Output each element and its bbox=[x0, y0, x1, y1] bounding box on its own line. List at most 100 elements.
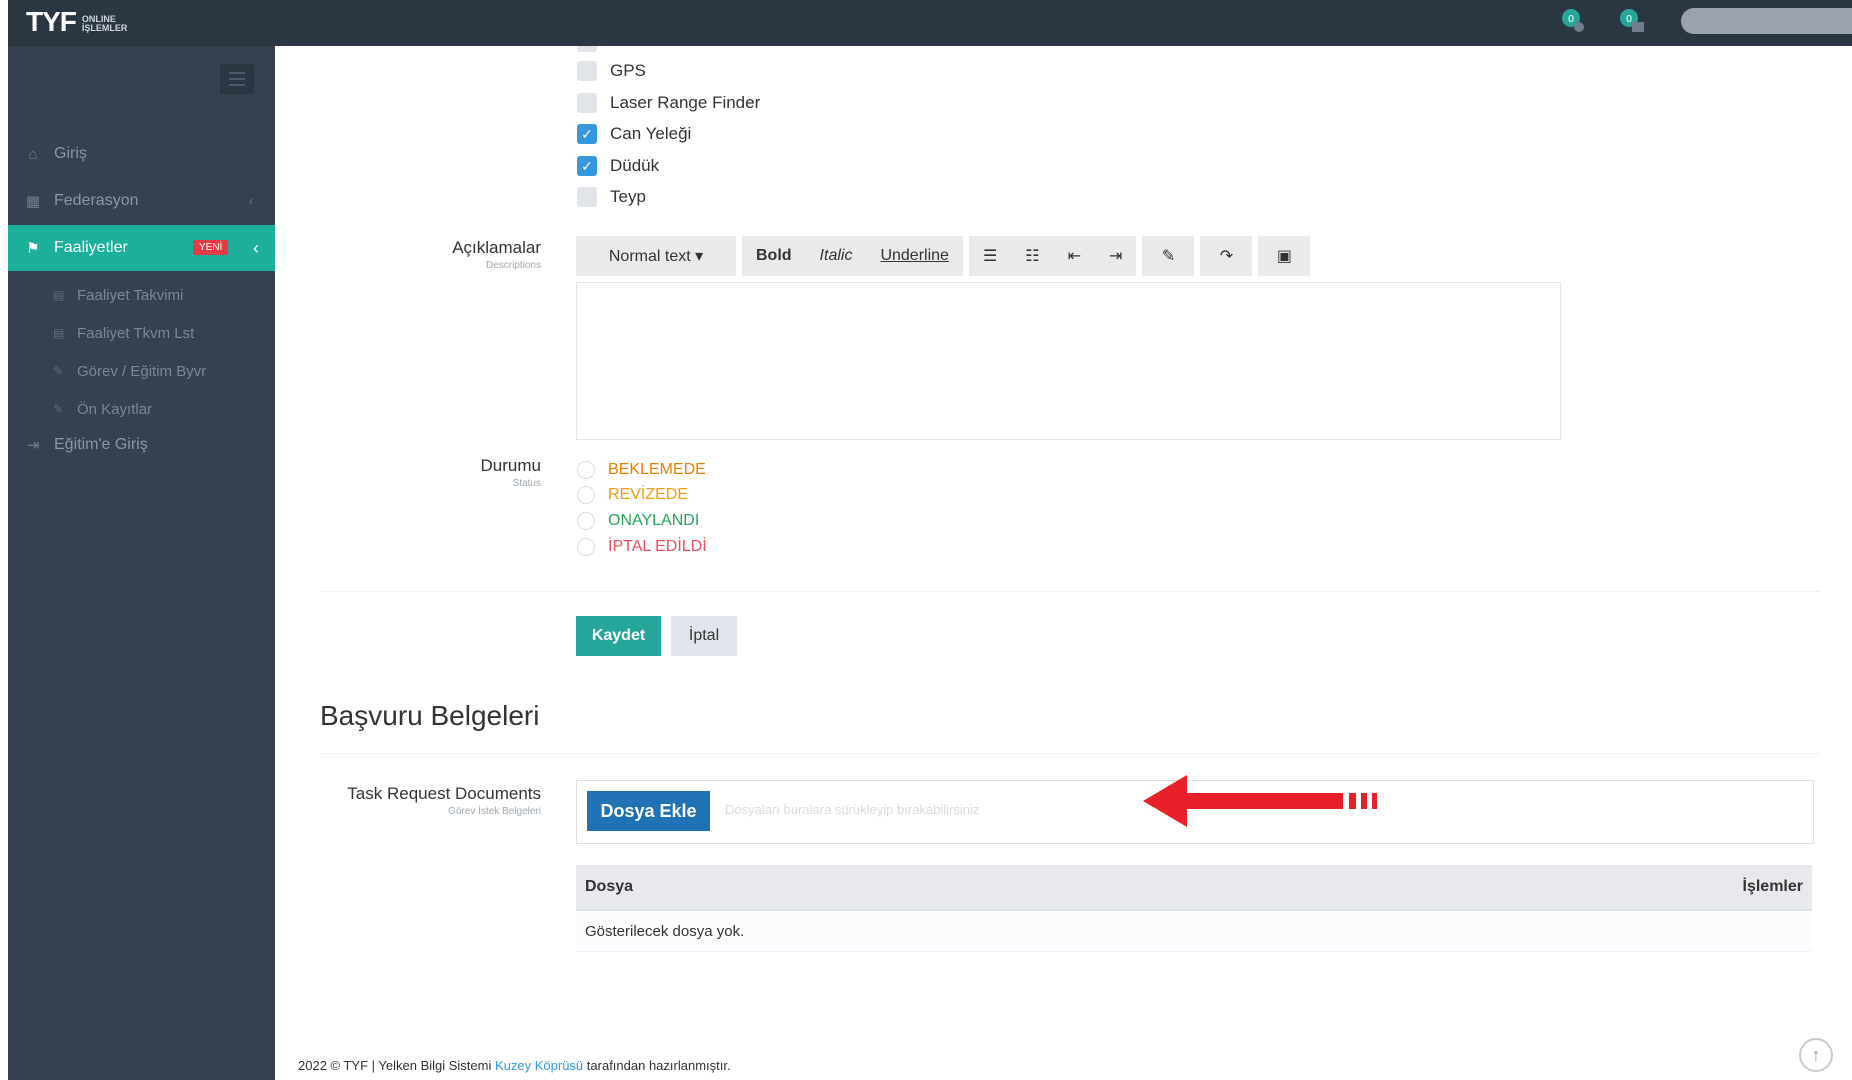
radio-button[interactable] bbox=[577, 486, 595, 504]
underline-button[interactable]: Underline bbox=[866, 236, 962, 276]
sidebar-item-label: Federasyon bbox=[54, 192, 139, 209]
sidebar-item-giris[interactable]: ⌂ Giriş bbox=[8, 131, 275, 177]
field-sublabel: Status bbox=[512, 478, 541, 489]
checkbox-checked[interactable]: ✓ bbox=[577, 124, 597, 144]
sidebar-subitem-faaliyet-takvimi[interactable]: ▤ Faaliyet Takvimi bbox=[8, 276, 275, 314]
bold-button[interactable]: Bold bbox=[742, 236, 806, 276]
checkbox[interactable] bbox=[577, 187, 597, 207]
cancel-button[interactable]: İptal bbox=[671, 616, 737, 656]
form-divider bbox=[320, 591, 1820, 592]
field-label: Task Request Documents bbox=[347, 784, 541, 803]
field-label: Açıklamalar bbox=[452, 238, 541, 257]
sidebar-item-faaliyetler[interactable]: ⚑ Faaliyetler YENİ ‹ bbox=[8, 225, 275, 271]
list-group: ☰ ☷ ⇤ ⇥ bbox=[968, 236, 1137, 276]
sidebar: ⌂ Giriş ▦ Federasyon ‹ ⚑ Faaliyetler YEN… bbox=[8, 46, 275, 1080]
dropzone-hint: Dosyaları buralara sürükleyip bırakabili… bbox=[725, 802, 980, 817]
redo-button[interactable]: ↷ bbox=[1200, 236, 1253, 276]
checkbox[interactable] bbox=[577, 93, 597, 113]
text-style-value: Normal text ▾ bbox=[608, 248, 704, 265]
italic-button[interactable]: Italic bbox=[806, 236, 867, 276]
building-icon: ▦ bbox=[25, 193, 41, 210]
sidebar-item-federasyon[interactable]: ▦ Federasyon ‹ bbox=[8, 178, 275, 224]
status-label: Durumu Status bbox=[375, 456, 541, 489]
equipment-option-gps[interactable]: GPS bbox=[577, 58, 646, 84]
sidebar-subitem-label: Ön Kayıtlar bbox=[77, 400, 153, 418]
page-footer: 2022 © TYF | Yelken Bilgi Sistemi Kuzey … bbox=[298, 1058, 731, 1073]
window-edge bbox=[0, 0, 8, 1080]
user-menu[interactable] bbox=[1681, 8, 1852, 34]
sidebar-subitem-faaliyet-list[interactable]: ▤ Faaliyet Tkvm Lst bbox=[8, 314, 275, 352]
equipment-option-can-yelegi[interactable]: ✓ Can Yeleği bbox=[577, 121, 691, 147]
chevron-left-icon: ‹ bbox=[253, 237, 259, 258]
sidebar-item-label: Faaliyetler bbox=[54, 239, 128, 256]
tasks-icon[interactable]: 0 bbox=[1618, 6, 1646, 34]
red-arrow-annotation bbox=[1143, 775, 1377, 827]
equipment-option-teyp[interactable]: Teyp bbox=[577, 184, 646, 210]
equipment-option-laser[interactable]: Laser Range Finder bbox=[577, 90, 760, 116]
calendar-icon: ▤ bbox=[53, 326, 65, 340]
status-option-iptal-edildi[interactable]: İPTAL EDİLDİ bbox=[577, 535, 707, 559]
home-icon: ⌂ bbox=[28, 145, 38, 163]
checkbox-label: GPS bbox=[610, 61, 646, 80]
editor-toolbar: Normal text ▾ Bold Italic Underline ☰ ☷ … bbox=[576, 236, 1316, 276]
logo-subtext: ONLINE İŞLEMLER bbox=[81, 14, 128, 33]
sidebar-toggle-button[interactable] bbox=[220, 64, 254, 94]
status-option-beklemede[interactable]: BEKLEMEDE bbox=[577, 458, 706, 482]
checkbox[interactable] bbox=[577, 61, 597, 81]
link-button[interactable]: ✎ bbox=[1142, 236, 1195, 276]
checkbox-label: Teyp bbox=[610, 187, 646, 206]
checkbox-label: Can Yeleği bbox=[610, 124, 692, 143]
checkbox-label: Laser Range Finder bbox=[610, 93, 761, 112]
edit-icon: ✎ bbox=[53, 364, 64, 378]
flag-icon: ⚑ bbox=[26, 240, 40, 257]
table-row: Gösterilecek dosya yok. bbox=[576, 911, 1812, 952]
unordered-list-icon[interactable]: ☰ bbox=[969, 236, 1011, 276]
checkbox-partial[interactable] bbox=[577, 46, 597, 52]
status-option-revizede[interactable]: REVİZEDE bbox=[577, 483, 688, 507]
image-icon: ▣ bbox=[1276, 248, 1292, 265]
footer-link[interactable]: Kuzey Köprüsü bbox=[495, 1058, 583, 1073]
field-label: Durumu bbox=[480, 456, 541, 475]
calendar-icon: ▤ bbox=[53, 288, 65, 302]
radio-label: REVİZEDE bbox=[608, 486, 689, 503]
radio-label: İPTAL EDİLDİ bbox=[608, 538, 707, 555]
notification-icon[interactable]: 0 bbox=[1558, 6, 1586, 34]
chevron-left-icon: ‹ bbox=[249, 194, 253, 208]
notif-count: 0 bbox=[1568, 14, 1574, 25]
sidebar-subitem-label: Görev / Eğitim Byvr bbox=[77, 362, 207, 380]
scroll-to-top-icon[interactable]: ↑ bbox=[1799, 1038, 1833, 1072]
pencil-icon: ✎ bbox=[1161, 248, 1176, 265]
column-header-actions: İşlemler bbox=[1742, 878, 1803, 895]
save-button[interactable]: Kaydet bbox=[576, 616, 661, 656]
outdent-icon[interactable]: ⇤ bbox=[1054, 236, 1095, 276]
add-file-button[interactable]: Dosya Ekle bbox=[587, 791, 710, 831]
radio-label: ONAYLANDI bbox=[608, 512, 700, 529]
status-option-onaylandi[interactable]: ONAYLANDI bbox=[577, 509, 699, 533]
sign-in-icon: ⇥ bbox=[26, 437, 40, 454]
format-group: Bold Italic Underline bbox=[742, 236, 963, 276]
top-header: TYF ONLINE İŞLEMLER 0 0 bbox=[8, 0, 1852, 47]
section-title: Başvuru Belgeleri bbox=[320, 700, 540, 731]
column-header-file: Dosya bbox=[585, 878, 634, 895]
share-icon: ↷ bbox=[1219, 248, 1234, 265]
documents-table: Dosya İşlemler Gösterilecek dosya yok. bbox=[576, 865, 1812, 952]
footer-suffix: tarafından hazırlanmıştır. bbox=[586, 1058, 731, 1073]
ordered-list-icon[interactable]: ☷ bbox=[1011, 236, 1053, 276]
checkbox-label: Düdük bbox=[610, 156, 660, 175]
text-style-dropdown[interactable]: Normal text ▾ bbox=[576, 236, 736, 276]
indent-icon[interactable]: ⇥ bbox=[1095, 236, 1136, 276]
section-divider bbox=[320, 753, 1820, 754]
checkbox-checked[interactable]: ✓ bbox=[577, 156, 597, 176]
radio-button[interactable] bbox=[577, 512, 595, 530]
radio-button[interactable] bbox=[577, 461, 595, 479]
sidebar-subitem-gorev-egitim[interactable]: ✎ Görev / Eğitim Byvr bbox=[8, 352, 275, 390]
insert-image-button[interactable]: ▣ bbox=[1258, 236, 1311, 276]
description-editor[interactable] bbox=[576, 282, 1561, 440]
sidebar-item-egitime-giris[interactable]: ⇥ Eğitim'e Giriş bbox=[8, 422, 275, 468]
radio-button[interactable] bbox=[577, 538, 595, 556]
sidebar-subitem-label: Faaliyet Tkvm Lst bbox=[77, 324, 195, 342]
equipment-option-duduk[interactable]: ✓ Düdük bbox=[577, 153, 659, 179]
radio-label: BEKLEMEDE bbox=[608, 461, 706, 478]
sidebar-subitem-label: Faaliyet Takvimi bbox=[77, 286, 184, 304]
tyf-logo[interactable]: TYF ONLINE İŞLEMLER bbox=[26, 8, 128, 36]
